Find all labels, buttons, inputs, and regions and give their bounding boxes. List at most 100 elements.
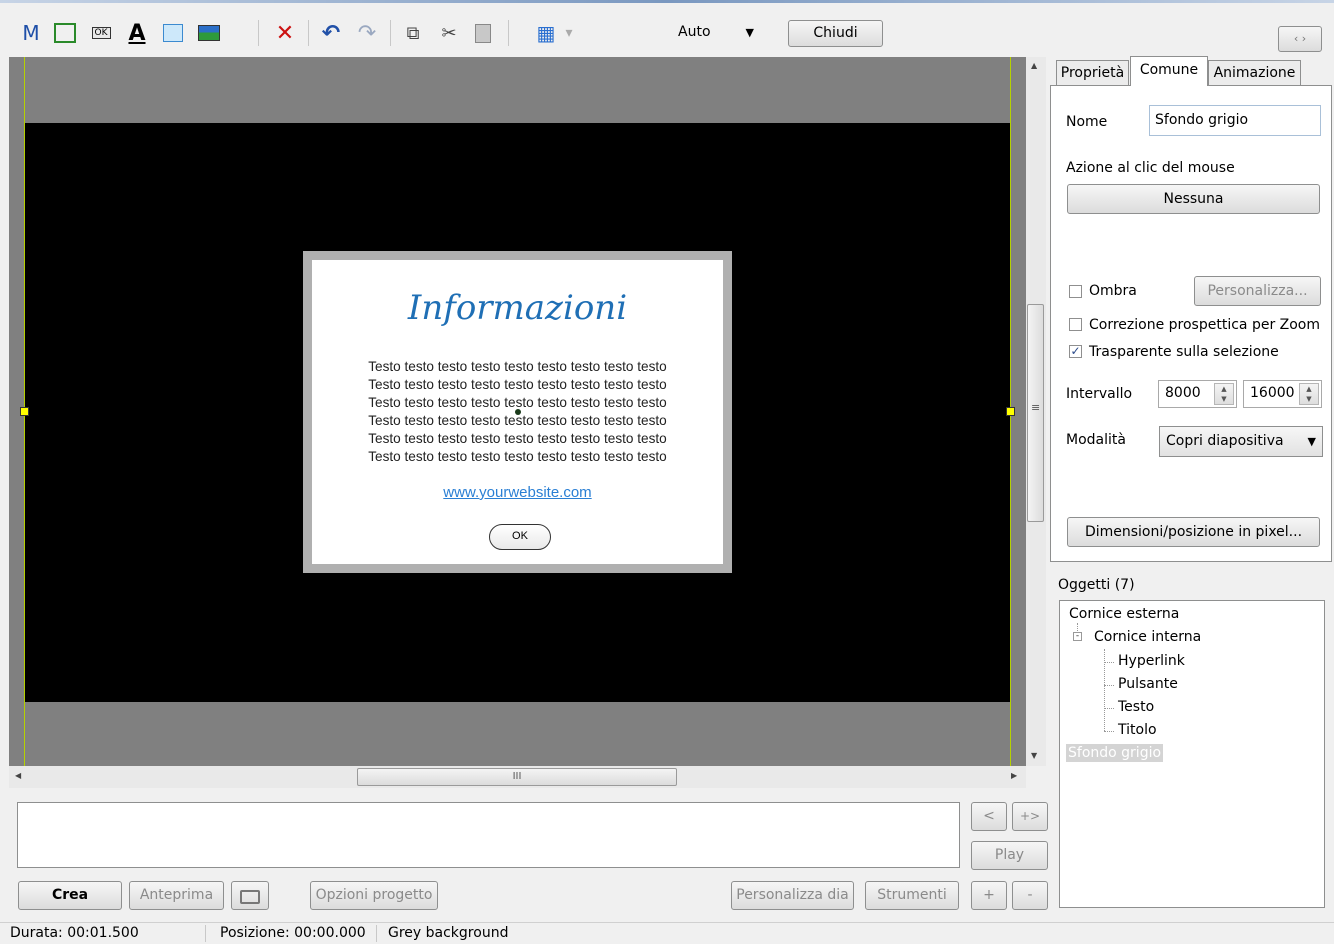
interval-end-stepper[interactable]: 16000 ▲ ▼ <box>1243 380 1322 408</box>
stepper-arrows-icon[interactable]: ▲ ▼ <box>1299 383 1319 405</box>
tree-line <box>1104 662 1114 663</box>
stepper-arrows-icon[interactable]: ▲ ▼ <box>1214 383 1234 405</box>
mode-label: Modalità <box>1066 432 1126 448</box>
crea-button[interactable]: Crea <box>18 881 122 910</box>
redo-icon[interactable]: ↷ <box>354 20 380 46</box>
tab-proprieta[interactable]: Proprietà <box>1056 60 1129 85</box>
vertical-scrollbar[interactable]: ▲ ≡ ▼ <box>1026 57 1046 766</box>
status-duration: Durata: 00:01.500 <box>10 925 139 941</box>
info-dialog-outer-frame[interactable]: Informazioni Testo testo testo testo tes… <box>303 251 732 573</box>
screen-icon-button[interactable] <box>231 881 269 910</box>
toolbar: M OK A ✕ ↶ ↷ ⧉ ✂ ▦ ▾ Auto ▼ Chiudi ‹ › <box>0 8 1334 58</box>
text-icon[interactable]: A <box>124 20 150 46</box>
grid-dropdown-icon[interactable]: ▾ <box>562 20 576 46</box>
opzioni-progetto-button[interactable]: Opzioni progetto <box>310 881 438 910</box>
timeline-next-add-button[interactable]: +> <box>1012 802 1048 831</box>
paste-icon[interactable] <box>470 20 496 46</box>
delete-icon[interactable]: ✕ <box>272 20 298 46</box>
zoom-value: Auto <box>678 24 711 40</box>
status-position: Posizione: 00:00.000 <box>220 925 366 941</box>
tree-collapse-icon[interactable]: - <box>1073 632 1082 641</box>
cut-icon[interactable]: ✂ <box>436 20 462 46</box>
perspective-label: Correzione prospettica per Zoom <box>1089 317 1321 333</box>
tree-item-pulsante[interactable]: Pulsante <box>1118 676 1178 692</box>
add-slide-button[interactable]: + <box>971 881 1007 910</box>
info-dialog-inner-frame[interactable]: Informazioni Testo testo testo testo tes… <box>312 260 723 564</box>
anteprima-button[interactable]: Anteprima <box>129 881 224 910</box>
interval-label: Intervallo <box>1066 386 1133 402</box>
vertical-scroll-thumb[interactable]: ≡ <box>1027 304 1044 522</box>
objects-header: Oggetti (7) <box>1058 577 1135 593</box>
image-icon[interactable] <box>196 20 222 46</box>
click-action-button[interactable]: Nessuna <box>1067 184 1320 214</box>
window-top-border <box>0 0 1334 3</box>
toolbar-separator <box>508 20 509 46</box>
personalizza-dia-button[interactable]: Personalizza dia <box>731 881 854 910</box>
m-icon[interactable]: M <box>18 20 44 46</box>
close-button[interactable]: Chiudi <box>788 20 883 47</box>
size-position-button[interactable]: Dimensioni/posizione in pixel... <box>1067 517 1320 547</box>
play-button[interactable]: Play <box>971 841 1048 870</box>
selection-handle-right[interactable] <box>1006 407 1015 416</box>
tree-item-titolo[interactable]: Titolo <box>1118 722 1157 738</box>
center-marker <box>515 409 521 415</box>
rectangle-icon[interactable] <box>160 20 186 46</box>
chevron-down-icon: ▼ <box>1307 435 1316 448</box>
click-action-label: Azione al clic del mouse <box>1066 160 1235 176</box>
slide-canvas[interactable]: Informazioni Testo testo testo testo tes… <box>9 57 1026 766</box>
perspective-checkbox[interactable] <box>1069 318 1082 331</box>
status-separator <box>205 925 206 942</box>
chevron-down-icon: ▼ <box>745 26 754 39</box>
toolbar-separator <box>258 20 259 46</box>
tab-comune[interactable]: Comune <box>1130 56 1208 86</box>
toolbar-separator <box>390 20 391 46</box>
tree-item-cornice-esterna[interactable]: Cornice esterna <box>1069 606 1179 622</box>
frame-icon[interactable] <box>52 20 78 46</box>
customize-button[interactable]: Personalizza... <box>1194 276 1321 306</box>
scroll-left-icon[interactable]: ◀ <box>15 771 21 780</box>
name-label: Nome <box>1066 114 1108 130</box>
tree-line <box>1104 685 1114 686</box>
mode-select[interactable]: Copri diapositiva ▼ <box>1159 426 1323 457</box>
shadow-checkbox[interactable] <box>1069 285 1082 298</box>
tree-line <box>1077 623 1078 633</box>
undo-icon[interactable]: ↶ <box>318 20 344 46</box>
objects-tree[interactable]: Cornice esterna - Cornice interna Hyperl… <box>1059 600 1325 908</box>
shadow-label: Ombra <box>1089 283 1137 299</box>
selection-handle-left[interactable] <box>20 407 29 416</box>
zoom-select[interactable]: Auto ▼ <box>672 20 762 46</box>
tree-item-testo[interactable]: Testo <box>1118 699 1154 715</box>
status-info: Grey background <box>388 925 509 941</box>
tab-animazione[interactable]: Animazione <box>1208 60 1301 85</box>
name-field[interactable]: Sfondo grigio <box>1149 105 1321 136</box>
ok-button-icon[interactable]: OK <box>88 20 114 46</box>
grid-icon[interactable]: ▦ <box>533 20 559 46</box>
tree-item-cornice-interna[interactable]: Cornice interna <box>1094 629 1201 645</box>
transparent-checkbox[interactable]: ✓ <box>1069 345 1082 358</box>
interval-start-stepper[interactable]: 8000 ▲ ▼ <box>1158 380 1237 408</box>
properties-panel: Nome Sfondo grigio Azione al clic del mo… <box>1050 85 1332 562</box>
scroll-down-icon[interactable]: ▼ <box>1031 751 1037 760</box>
nav-arrows-button[interactable]: ‹ › <box>1278 26 1322 52</box>
tree-line <box>1104 731 1114 732</box>
tree-item-sfondo-grigio[interactable]: Sfondo grigio <box>1066 744 1164 762</box>
status-separator <box>376 925 377 942</box>
dialog-title: Informazioni <box>407 288 628 328</box>
dialog-hyperlink[interactable]: www.yourwebsite.com <box>312 484 723 501</box>
dialog-ok-button[interactable]: OK <box>489 524 551 550</box>
scroll-up-icon[interactable]: ▲ <box>1031 61 1037 70</box>
tree-line <box>1104 708 1114 709</box>
horizontal-scrollbar[interactable]: ◀ III ▶ <box>9 766 1026 788</box>
toolbar-separator <box>308 20 309 46</box>
copy-icon[interactable]: ⧉ <box>400 20 426 46</box>
timeline-strip[interactable] <box>17 802 960 868</box>
strumenti-button[interactable]: Strumenti <box>865 881 959 910</box>
remove-slide-button[interactable]: - <box>1012 881 1048 910</box>
status-bar: Durata: 00:01.500 Posizione: 00:00.000 G… <box>0 922 1334 944</box>
screen-icon <box>240 890 260 904</box>
horizontal-scroll-thumb[interactable]: III <box>357 768 677 786</box>
scroll-right-icon[interactable]: ▶ <box>1011 771 1017 780</box>
timeline-prev-button[interactable]: < <box>971 802 1007 831</box>
transparent-label: Trasparente sulla selezione <box>1089 344 1279 360</box>
tree-item-hyperlink[interactable]: Hyperlink <box>1118 653 1185 669</box>
